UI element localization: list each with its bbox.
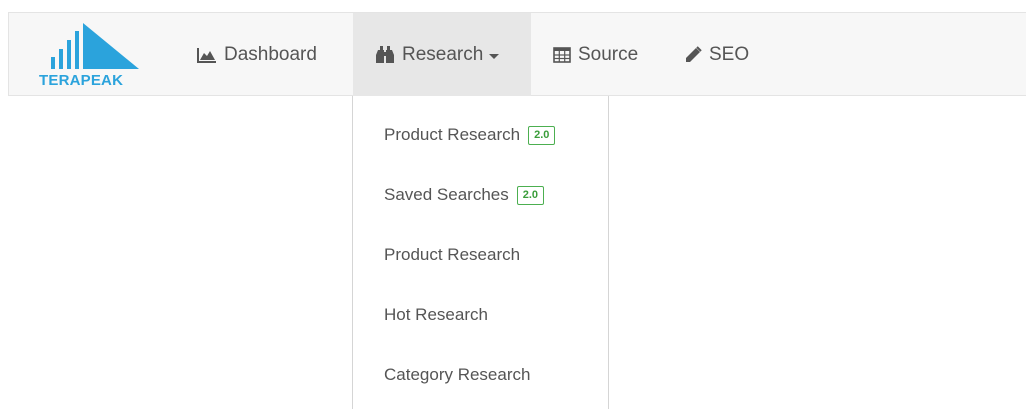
menu-item-label: Category Research	[384, 365, 531, 384]
menu-item-label: Hot Research	[384, 305, 488, 324]
menu-item-label: Saved Searches	[384, 185, 509, 204]
binoculars-icon	[375, 46, 395, 64]
nav-seo-label: SEO	[709, 44, 750, 65]
menu-item-product-research[interactable]: Product Research	[384, 240, 520, 270]
menu-item-label: Product Research	[384, 125, 521, 144]
page: TERAPEAK Dashboard Research Source SEO P…	[0, 0, 1026, 409]
area-chart-icon	[197, 47, 217, 63]
version-badge: 2.0	[528, 125, 556, 145]
nav-source-label: Source	[578, 44, 639, 65]
research-dropdown-menu: Product Research 2.0 Saved Searches 2.0 …	[352, 96, 609, 409]
bar-peak-icon	[51, 23, 139, 69]
version-badge: 2.0	[516, 185, 545, 205]
nav-dashboard[interactable]: Dashboard	[197, 13, 317, 97]
pencil-icon	[684, 46, 702, 64]
nav-source[interactable]: Source	[553, 13, 638, 97]
menu-item-saved-searches[interactable]: Saved Searches 2.0	[384, 180, 545, 210]
top-navbar: TERAPEAK Dashboard Research Source SEO	[8, 12, 1026, 97]
chevron-down-icon	[489, 53, 500, 59]
menu-item-hot-research[interactable]: Hot Research	[384, 300, 488, 330]
nav-dashboard-label: Dashboard	[224, 44, 317, 65]
menu-item-category-research[interactable]: Category Research	[384, 360, 530, 390]
logo-text: TERAPEAK	[39, 72, 124, 89]
nav-research-label: Research	[402, 44, 484, 65]
nav-seo[interactable]: SEO	[684, 13, 749, 97]
nav-research[interactable]: Research	[353, 13, 531, 97]
menu-item-label: Product Research	[384, 245, 521, 264]
terapeak-logo[interactable]: TERAPEAK	[39, 23, 143, 91]
table-icon	[553, 47, 571, 63]
menu-item-product-research-2[interactable]: Product Research 2.0	[384, 120, 556, 150]
